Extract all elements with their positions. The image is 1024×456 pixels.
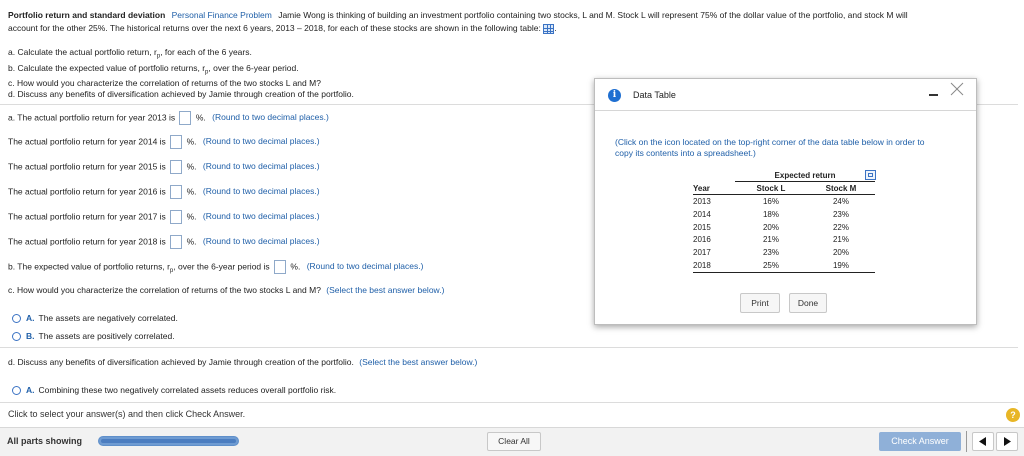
radio-button[interactable] [12, 314, 21, 324]
answer-input-2014[interactable] [170, 135, 183, 149]
instruction-text: Click to select your answer(s) and then … [8, 409, 246, 419]
data-table-icon[interactable] [543, 23, 555, 34]
table-row: 2016 21% 21% [693, 235, 849, 245]
table-row: 2015 20% 22% [693, 222, 849, 232]
data-table: Expected return Year Stock L Stock M 201… [693, 169, 875, 273]
part-a-row-2013: a. The actual portfolio return for year … [8, 111, 329, 125]
help-icon[interactable]: ? [1006, 408, 1020, 422]
radio-button[interactable] [12, 386, 21, 396]
problem-intro-line2: account for the other 25%. The historica… [8, 23, 541, 33]
problem-intro-line1: Jamie Wong is thinking of building an in… [278, 10, 908, 20]
progress-bar-fill [101, 439, 236, 443]
part-a-row-2017: The actual portfolio return for year 201… [8, 210, 320, 224]
close-icon[interactable] [950, 82, 964, 96]
expected-return-header: Expected return [735, 169, 875, 183]
part-a-row-2016: The actual portfolio return for year 201… [8, 185, 320, 199]
divider [0, 402, 1018, 403]
triangle-right-icon [1004, 437, 1011, 446]
part-d-question: d. Discuss any benefits of diversificati… [8, 357, 478, 367]
clear-all-button[interactable]: Clear All [487, 432, 541, 451]
problem-intro-2: account for the other 25%. The historica… [8, 23, 557, 34]
answer-input-2013[interactable] [179, 111, 192, 125]
part-c-option-a[interactable]: A. The assets are negatively correlated. [12, 313, 178, 324]
table-row: 2018 25% 19% [693, 259, 875, 273]
table-row: 2013 16% 24% [693, 196, 849, 206]
part-a-row-2015: The actual portfolio return for year 201… [8, 160, 320, 174]
dialog-title: Data Table [633, 90, 676, 100]
answer-input-expected[interactable] [274, 260, 287, 274]
part-a-row-2014: The actual portfolio return for year 201… [8, 135, 320, 149]
next-button[interactable] [996, 432, 1018, 451]
part-a-row-2018: The actual portfolio return for year 201… [8, 235, 320, 249]
part-d-option-a[interactable]: A. Combining these two negatively correla… [12, 385, 336, 396]
returns-table: Expected return Year Stock L Stock M 201… [693, 169, 875, 273]
answer-input-2015[interactable] [170, 160, 183, 174]
problem-header: Portfolio return and standard deviation … [8, 10, 908, 20]
problem-category: Personal Finance Problem [171, 10, 272, 20]
table-row: 2017 23% 20% [693, 248, 849, 258]
done-button[interactable]: Done [789, 293, 827, 313]
divider [966, 431, 967, 452]
part-c-option-b[interactable]: B. The assets are positively correlated. [12, 331, 175, 342]
dialog-note-line1: (Click on the icon located on the top-ri… [615, 137, 925, 147]
task-b: b. Calculate the expected value of portf… [8, 63, 299, 76]
answer-input-2016[interactable] [170, 185, 183, 199]
task-d: d. Discuss any benefits of diversificati… [8, 89, 354, 99]
answer-input-2017[interactable] [170, 210, 183, 224]
task-a: a. Calculate the actual portfolio return… [8, 47, 252, 60]
footer-bar: All parts showing Clear All Check Answer [0, 427, 1024, 456]
data-table-dialog: i Data Table (Click on the icon located … [594, 78, 977, 325]
divider [0, 347, 1018, 348]
task-c: c. How would you characterize the correl… [8, 78, 321, 88]
problem-title: Portfolio return and standard deviation [8, 10, 166, 20]
part-b-row: b. The expected value of portfolio retur… [8, 260, 424, 274]
radio-button[interactable] [12, 332, 21, 342]
dialog-note-line2: copy its contents into a spreadsheet.) [615, 148, 756, 158]
previous-button[interactable] [972, 432, 994, 451]
answer-input-2018[interactable] [170, 235, 183, 249]
progress-bar [98, 436, 239, 446]
all-parts-status: All parts showing [7, 436, 83, 446]
check-answer-button[interactable]: Check Answer [879, 432, 961, 451]
minimize-icon[interactable] [929, 94, 938, 96]
print-button[interactable]: Print [740, 293, 780, 313]
table-row: 2014 18% 23% [693, 209, 849, 219]
copy-to-spreadsheet-icon[interactable] [865, 170, 876, 180]
part-c-question: c. How would you characterize the correl… [8, 285, 445, 295]
info-icon: i [608, 89, 621, 102]
dialog-header: i Data Table [595, 79, 976, 111]
triangle-left-icon [979, 437, 986, 446]
